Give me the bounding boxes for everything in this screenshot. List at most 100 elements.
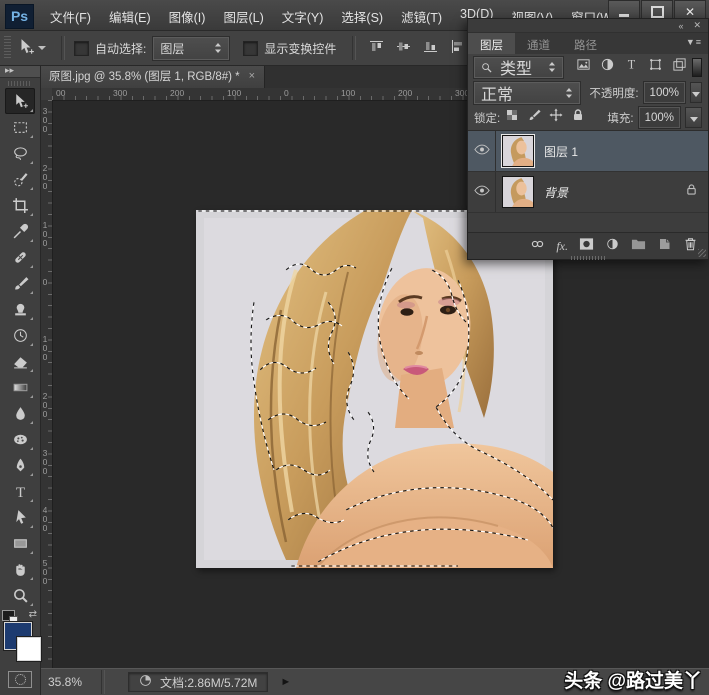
default-colors-icon[interactable] [2,610,15,621]
eyedropper-tool[interactable] [5,218,35,244]
layer-name[interactable]: 背景 [544,184,568,201]
fill-value[interactable]: 100% [639,107,680,128]
menu-图像(I)[interactable]: 图像(I) [160,3,215,30]
eraser-tool[interactable] [5,348,35,374]
new-group-button[interactable] [631,237,646,256]
move-tool[interactable] [5,88,35,114]
clone-stamp-tool[interactable] [5,296,35,322]
auto-select-dropdown[interactable]: 图层 [153,37,229,60]
crop-tool[interactable] [5,192,35,218]
menu-图层(L)[interactable]: 图层(L) [214,3,272,30]
ruler-vertical[interactable]: 3002001000100200300400500 [40,100,53,669]
blend-mode-dropdown[interactable]: 正常 [474,82,580,104]
layers-panel-footer: fx. [468,232,708,259]
panel-collapse-bar: « ✕ [468,19,708,33]
lock-transparency-icon[interactable] [505,108,519,127]
ruler-v-label: 200 [40,163,50,190]
tab-channels[interactable]: 通道 [515,33,562,54]
panel-menu-icon[interactable]: ▼≡ [686,37,702,47]
align-left-button[interactable] [450,39,465,57]
filter-adjustment-layers-icon[interactable] [600,57,615,77]
sponge-tool[interactable] [5,426,35,452]
layer-filter-row: 类型 T [468,54,708,80]
filter-type-layers-icon[interactable]: T [624,57,639,77]
tool-list: T [5,88,35,608]
menu-选择(S)[interactable]: 选择(S) [332,3,392,30]
layer-thumbnail[interactable] [503,177,533,207]
lasso-tool[interactable] [5,140,35,166]
delete-layer-button[interactable] [683,237,698,256]
new-layer-button[interactable] [657,237,672,256]
lock-paint-icon[interactable] [527,108,541,127]
filter-smart-objects-icon[interactable] [672,57,687,77]
marquee-tool[interactable] [5,114,35,140]
layer-thumbnail[interactable] [503,136,533,166]
opacity-dropdown-button[interactable] [690,82,702,103]
align-bottom-button[interactable] [423,39,438,57]
gradient-tool[interactable] [5,374,35,400]
hand-tool[interactable] [5,556,35,582]
menu-滤镜(T)[interactable]: 滤镜(T) [392,3,451,30]
eye-icon [474,183,490,201]
auto-select-label: 自动选择: [95,40,146,57]
document-info-field[interactable]: 文档:2.86M/5.72M [128,672,268,692]
panel-close-icon[interactable]: ✕ [693,20,701,31]
blur-tool[interactable] [5,400,35,426]
pen-tool[interactable] [5,452,35,478]
canvas-image[interactable] [196,210,553,568]
add-mask-button[interactable] [579,237,594,256]
fill-dropdown-button[interactable] [685,107,702,128]
toolbar-grip[interactable] [8,81,32,86]
healing-tool[interactable] [5,244,35,270]
lock-all-icon[interactable] [571,108,585,127]
panel-resize-grip[interactable] [698,249,706,257]
lock-position-icon[interactable] [549,108,563,127]
link-layers-button[interactable] [530,237,545,256]
document-tab[interactable]: 原图.jpg @ 35.8% (图层 1, RGB/8#) * × [40,64,265,88]
lock-buttons [505,108,585,127]
tab-close-icon[interactable]: × [249,70,255,82]
layer-row-layer1[interactable]: 图层 1 [468,131,708,172]
visibility-toggle[interactable] [468,172,496,212]
tab-paths[interactable]: 路径 [562,33,609,54]
zoom-tool[interactable] [5,582,35,608]
background-color-swatch[interactable] [17,637,41,661]
panel-drag-handle[interactable] [571,256,605,260]
menu-文字(Y)[interactable]: 文字(Y) [273,3,333,30]
filter-switch[interactable] [692,58,702,77]
swap-colors-icon[interactable]: ⇄ [29,610,37,620]
opacity-label: 不透明度: [589,85,638,101]
path-select-tool[interactable] [5,504,35,530]
layer-name[interactable]: 图层 1 [544,143,578,160]
auto-select-checkbox[interactable] [74,41,89,56]
layer-style-button[interactable]: fx. [556,239,568,254]
adjustment-layer-button[interactable] [605,237,620,256]
menu-编辑(E)[interactable]: 编辑(E) [100,3,160,30]
filter-pixel-layers-icon[interactable] [576,57,591,77]
opacity-value[interactable]: 100% [644,82,685,103]
status-flyout-arrow[interactable]: ► [280,676,291,688]
filter-type-dropdown[interactable]: 类型 [474,57,563,78]
quick-mask-button[interactable] [8,671,32,688]
history-brush-tool[interactable] [5,322,35,348]
visibility-toggle[interactable] [468,131,496,171]
align-middle-button[interactable] [396,39,411,57]
svg-text:T: T [628,58,636,72]
current-tool-preset[interactable] [17,38,46,59]
options-grip[interactable] [4,36,11,60]
filter-type-value: 类型 [500,55,532,79]
tab-layers[interactable]: 图层 [468,33,515,54]
brush-tool[interactable] [5,270,35,296]
collapse-panel-icon[interactable]: « [678,21,683,31]
menu-文件(F)[interactable]: 文件(F) [41,3,100,30]
type-tool[interactable]: T [5,478,35,504]
filter-shape-layers-icon[interactable] [648,57,663,77]
shape-tool[interactable] [5,530,35,556]
layer-row-background[interactable]: 背景 [468,172,708,213]
show-transform-checkbox[interactable] [243,41,258,56]
ruler-v-label: 400 [40,505,50,532]
zoom-level[interactable]: 35.8% [48,675,82,689]
align-top-button[interactable] [369,39,384,57]
quick-select-tool[interactable] [5,166,35,192]
toolbar-expand-button[interactable]: ▸▸ [0,64,40,78]
